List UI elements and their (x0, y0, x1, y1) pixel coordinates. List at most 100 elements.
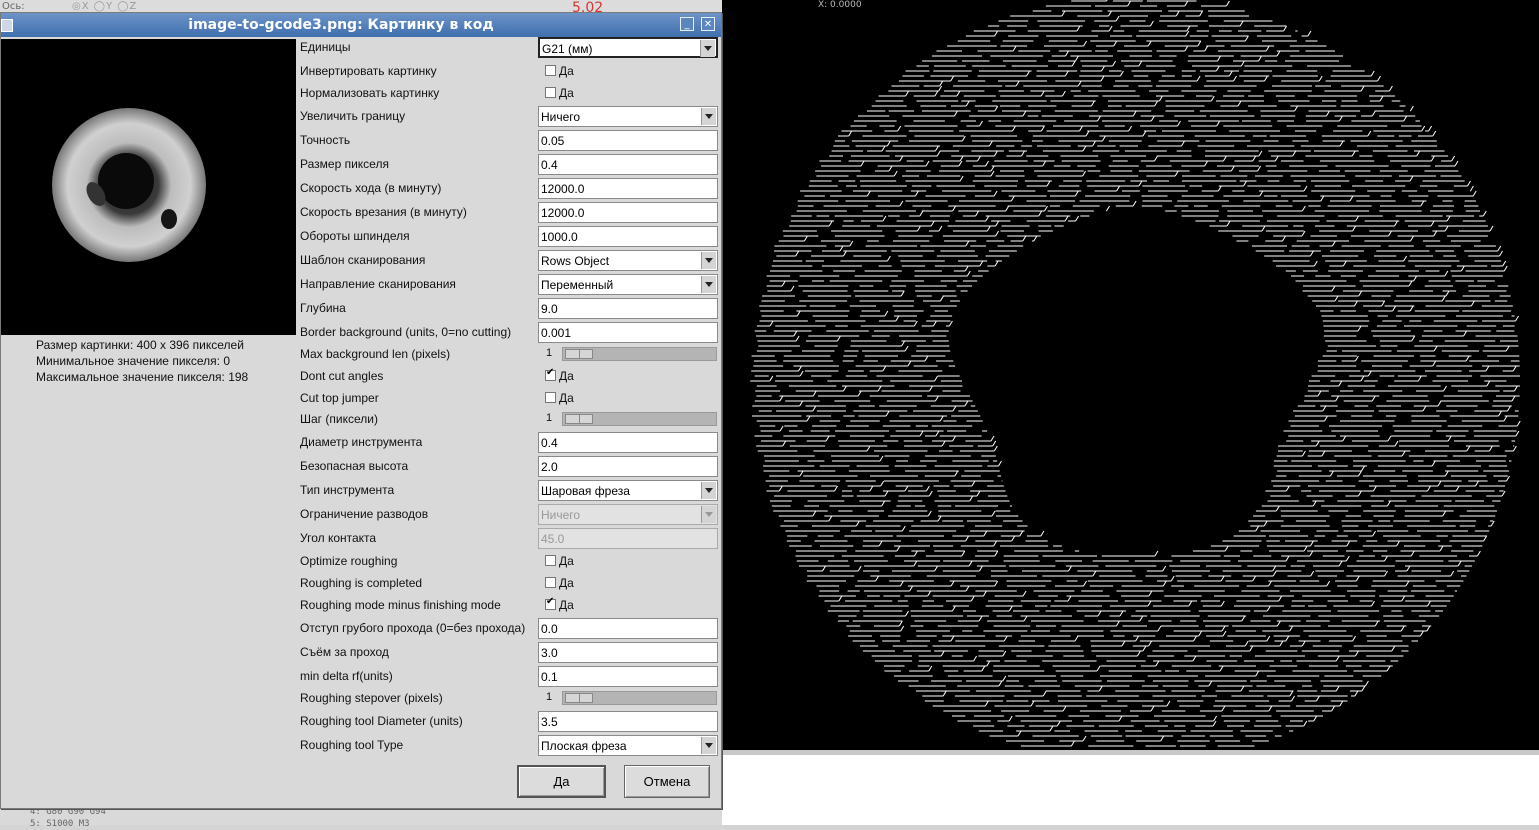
normalize-checkbox[interactable] (545, 87, 556, 98)
toolpath-segment (984, 700, 989, 707)
max-bg-len-label: Max background len (pixels) (300, 347, 451, 361)
toolpath-segment (1210, 95, 1215, 102)
depth-input[interactable]: 9.0 (538, 298, 718, 319)
toolpath-segment (1082, 170, 1087, 177)
safety-height-input[interactable]: 2.0 (538, 456, 718, 477)
toolpath-segment (994, 260, 999, 267)
max-bg-len-slider[interactable] (562, 347, 717, 361)
invert-checkbox[interactable] (545, 65, 556, 76)
toolpath-segment (1264, 75, 1268, 82)
row-roughing-tool-type: Roughing tool Type Плоская фреза (300, 735, 718, 757)
units-select[interactable]: G21 (мм) (538, 37, 718, 58)
min-pixel-text: Минимальное значение пикселя: 0 (36, 354, 231, 368)
roughing-tool-type-select[interactable]: Плоская фреза (538, 735, 718, 756)
row-tolerance: Точность 0.05 (300, 130, 718, 152)
toolpath-segment (842, 385, 847, 392)
toolpath-segment (1012, 125, 1016, 132)
dialog-titlebar[interactable]: image-to-gcode3.png: Картинку в код _ ✕ (1, 13, 721, 37)
roughing-depth-input[interactable]: 3.0 (538, 642, 718, 663)
scan-pattern-select[interactable]: Rows Object (538, 250, 718, 271)
min-delta-rf-input[interactable]: 0.1 (538, 666, 718, 687)
toolpath-segment (812, 510, 817, 517)
tool-type-select[interactable]: Шаровая фреза (538, 480, 718, 501)
gcode-line[interactable]: 5: S1000 M3 (30, 818, 106, 830)
ok-button[interactable]: Да (517, 765, 606, 798)
dont-cut-angles-check-label[interactable]: Да (559, 369, 574, 383)
feed-rate-input[interactable]: 12000.0 (538, 178, 718, 199)
gcode-panel[interactable] (722, 750, 1539, 825)
cut-top-jumper-checkbox[interactable] (545, 392, 556, 403)
invert-check-label[interactable]: Да (559, 64, 574, 78)
chevron-down-icon (701, 506, 716, 523)
chevron-down-icon (701, 108, 716, 125)
toolpath-segment (1272, 570, 1277, 577)
gcode-listing[interactable]: 4: G80 G90 G94 5: S1000 M3 (30, 806, 106, 830)
roughing-minus-check-label[interactable]: Да (559, 598, 574, 612)
slider-handle[interactable] (565, 414, 593, 424)
roughing-offset-input[interactable]: 0.0 (538, 618, 718, 639)
toolpath-segment (1174, 170, 1179, 177)
spindle-input[interactable]: 1000.0 (538, 226, 718, 247)
cancel-button[interactable]: Отмена (624, 765, 710, 798)
toolpath-segment (1008, 715, 1013, 722)
toolpath-segment (1076, 25, 1081, 32)
toolpath-segment (1097, 610, 1102, 617)
toolpath-segment (1075, 215, 1080, 222)
slider-handle[interactable] (565, 693, 593, 703)
toolpath-segment (1338, 560, 1343, 567)
dont-cut-angles-checkbox[interactable] (545, 367, 556, 381)
tool-diameter-input[interactable]: 0.4 (538, 432, 718, 453)
toolpath-segment (1355, 215, 1360, 222)
toolpath-segment (1320, 195, 1325, 202)
toolpath-segment (1338, 115, 1343, 122)
toolpath-segment (1011, 535, 1016, 542)
expand-select[interactable]: Ничего (538, 106, 718, 127)
toolpath-segment (1275, 505, 1280, 512)
toolpath-segment (897, 125, 902, 132)
toolpath-segment (1358, 290, 1363, 297)
toolpath-segment (1220, 600, 1225, 607)
border-bg-input[interactable]: 0.001 (538, 322, 718, 343)
toolpath-segment (1339, 140, 1344, 147)
toolpath-segment (1501, 490, 1506, 497)
toolpath-preview-canvas[interactable] (722, 0, 1539, 750)
toolpath-segment (1064, 215, 1069, 222)
roughing-completed-checkbox[interactable] (545, 577, 556, 588)
toolpath-segment (1303, 720, 1308, 727)
pixel-size-input[interactable]: 0.4 (538, 154, 718, 175)
row-contact-angle: Угол контакта 45.0 (300, 528, 718, 550)
plunge-rate-input[interactable]: 12000.0 (538, 202, 718, 223)
optimize-roughing-checkbox[interactable] (545, 555, 556, 566)
toolpath-segment (1443, 385, 1447, 392)
min-delta-rf-label: min delta rf(units) (300, 669, 393, 683)
normalize-check-label[interactable]: Да (559, 86, 574, 100)
close-button[interactable]: ✕ (701, 17, 715, 31)
contact-angle-label: Угол контакта (300, 531, 377, 545)
roughing-minus-checkbox[interactable] (545, 596, 556, 610)
scan-direction-select[interactable]: Переменный (538, 274, 718, 295)
toolpath-segment (995, 220, 1000, 227)
row-step: Шаг (пиксели) 1 (300, 409, 718, 431)
roughing-tool-diameter-input[interactable]: 3.5 (538, 711, 718, 732)
toolpath-segment (1005, 205, 1010, 212)
optimize-roughing-check-label[interactable]: Да (559, 554, 574, 568)
toolpath-segment (1274, 155, 1279, 162)
roughing-tool-type-label: Roughing tool Type (300, 738, 404, 752)
toolpath-segment (909, 585, 914, 592)
cut-top-jumper-check-label[interactable]: Да (559, 391, 574, 405)
toolpath-segment (1427, 485, 1431, 492)
toolpath-segment (1221, 705, 1226, 712)
toolpath-segment (938, 225, 943, 232)
toolpath-segment (990, 165, 995, 172)
toolpath-segment (1497, 245, 1502, 252)
step-slider[interactable] (562, 412, 717, 426)
minimize-button[interactable]: _ (680, 17, 694, 31)
slider-handle[interactable] (565, 349, 593, 359)
roughing-stepover-slider[interactable] (562, 691, 717, 705)
toolpath-segment (1384, 570, 1388, 577)
roughing-completed-check-label[interactable]: Да (559, 576, 574, 590)
axis-radio-group[interactable]: ◎X ◯Y ◯Z (72, 1, 137, 12)
toolpath-segment (1465, 355, 1470, 362)
tolerance-input[interactable]: 0.05 (538, 130, 718, 151)
toolpath-segment (1352, 635, 1357, 642)
